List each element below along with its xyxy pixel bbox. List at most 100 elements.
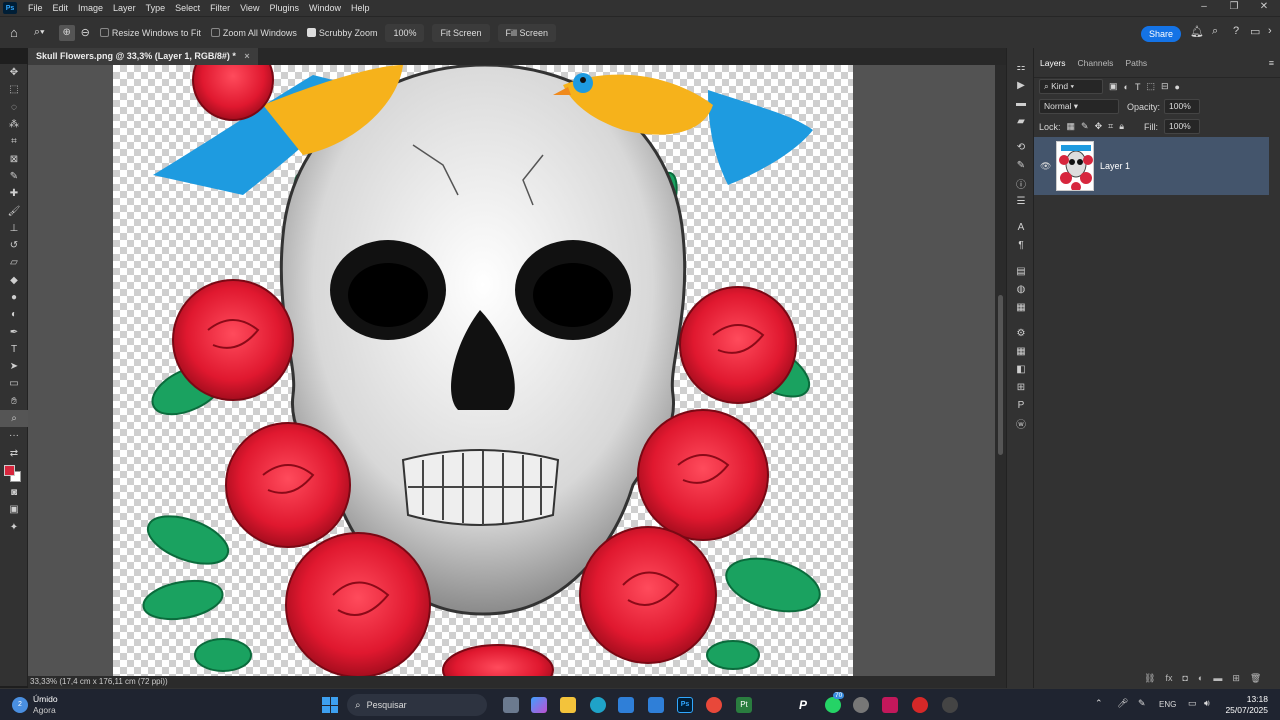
filter-toggle-icon[interactable]: ● — [1175, 82, 1180, 92]
lock-all-icon[interactable]: 🔒︎ — [1119, 121, 1124, 132]
resize-windows-checkbox[interactable]: Resize Windows to Fit — [99, 28, 201, 38]
grid-icon[interactable]: ⊞ — [1007, 378, 1035, 396]
tables-icon[interactable]: ▦ — [1007, 342, 1035, 360]
zoom-percent-field[interactable]: 100% — [385, 23, 425, 42]
new-group-icon[interactable]: ▬ — [1213, 673, 1222, 684]
delete-layer-icon[interactable]: 🗑︎ — [1250, 673, 1261, 684]
copilot-icon[interactable] — [531, 697, 547, 713]
lock-transparent-icon[interactable]: ▦ — [1067, 121, 1076, 132]
volume-icon[interactable]: 🔊︎ — [1204, 698, 1210, 709]
zoom-in-icon[interactable]: ⊕ — [58, 24, 75, 41]
vertical-scrollbar[interactable] — [995, 65, 1006, 676]
brushes-icon[interactable]: ✎ — [1007, 156, 1035, 174]
network-icon[interactable]: ▭ — [1188, 698, 1197, 709]
fill-field[interactable]: 100% — [1164, 119, 1200, 134]
app-globe-icon[interactable] — [853, 697, 869, 713]
menu-filter[interactable]: Filter — [205, 0, 235, 16]
hand-tool-icon[interactable]: ✋︎ — [0, 393, 28, 410]
pen-tool-icon[interactable]: ✒ — [0, 323, 28, 340]
plugin-w-icon[interactable]: ⓦ — [1007, 414, 1035, 432]
frame-tool-icon[interactable]: ⊠ — [0, 150, 28, 167]
filter-smart-object-icon[interactable]: ⊟ — [1161, 81, 1169, 92]
filter-pixel-icon[interactable]: ▣ — [1109, 81, 1118, 92]
properties-icon[interactable]: ☰ — [1007, 192, 1035, 210]
visibility-eye-icon[interactable]: 👁︎ — [1040, 161, 1051, 172]
menu-layer[interactable]: Layer — [108, 0, 141, 16]
path-selection-tool-icon[interactable]: ➤ — [0, 358, 28, 375]
file-explorer-icon[interactable] — [560, 697, 576, 713]
swatches-icon[interactable]: ▦ — [1007, 298, 1035, 316]
brush-tool-icon[interactable]: 🖌︎ — [0, 202, 28, 219]
menu-file[interactable]: File — [23, 0, 48, 16]
plugin-p-icon[interactable]: P — [1007, 396, 1035, 414]
zoom-out-icon[interactable]: ⊖ — [81, 26, 90, 39]
lasso-tool-icon[interactable]: ◌ — [0, 99, 28, 116]
document-tab[interactable]: Skull Flowers.png @ 33,3% (Layer 1, RGB/… — [28, 48, 258, 65]
store-icon[interactable] — [618, 697, 634, 713]
filter-adjustment-icon[interactable]: ◐ — [1124, 82, 1129, 92]
more-options-icon[interactable]: › — [1268, 25, 1272, 37]
tab-layers[interactable]: Layers — [1034, 48, 1072, 77]
adjustment-layer-icon[interactable]: ◐ — [1198, 673, 1203, 684]
panel-menu-icon[interactable]: ≡ — [1269, 48, 1274, 77]
quick-mask-icon[interactable]: ◙ — [0, 484, 28, 501]
menu-type[interactable]: Type — [141, 0, 171, 16]
chrome-icon[interactable] — [706, 697, 722, 713]
comments-icon[interactable]: ▰ — [1007, 112, 1035, 130]
menu-plugins[interactable]: Plugins — [264, 0, 304, 16]
layer-row-layer-1[interactable]: 👁︎ Layer 1 — [1034, 137, 1269, 195]
lock-artboard-icon[interactable]: ⌗ — [1108, 121, 1113, 132]
recording-app-icon[interactable] — [942, 697, 958, 713]
task-view-icon[interactable] — [503, 697, 519, 713]
share-button[interactable]: Share — [1141, 26, 1181, 42]
zoom-tool-preset-icon[interactable]: ⌕▾ — [34, 26, 45, 39]
scrubby-zoom-checkbox[interactable]: Scrubby Zoom — [306, 28, 377, 38]
audio-app-icon[interactable] — [882, 697, 898, 713]
type-tool-icon[interactable]: T — [0, 341, 28, 358]
character-icon[interactable]: A — [1007, 218, 1035, 236]
whatsapp-icon[interactable] — [825, 697, 841, 713]
edit-toolbar-icon[interactable]: ··· — [0, 427, 28, 444]
filter-type-icon[interactable]: T — [1135, 82, 1141, 92]
screen-mode-icon[interactable]: ▣ — [0, 501, 28, 518]
home-icon[interactable]: ⌂ — [10, 25, 18, 40]
blend-mode-select[interactable]: Normal ▾ — [1039, 99, 1119, 114]
photoshop-taskbar-icon[interactable]: Ps — [677, 697, 693, 713]
menu-help[interactable]: Help — [346, 0, 375, 16]
magic-wand-tool-icon[interactable]: ⁂ — [0, 116, 28, 133]
notifications-bell-icon[interactable]: 🔔︎ — [1190, 25, 1204, 38]
history-icon[interactable]: ⟲ — [1007, 138, 1035, 156]
gradients-icon[interactable]: ◧ — [1007, 360, 1035, 378]
healing-brush-tool-icon[interactable]: ✚ — [0, 185, 28, 202]
canvas-area[interactable] — [28, 65, 995, 676]
link-layers-icon[interactable]: ⛓ — [1144, 673, 1155, 684]
timeline-icon[interactable]: ▬ — [1007, 94, 1035, 112]
clock-time[interactable]: 13:18 — [1230, 694, 1268, 704]
swap-colors-icon[interactable]: ⇄ — [0, 445, 28, 462]
layer-style-fx-icon[interactable]: fx — [1165, 673, 1172, 684]
obs-app-icon[interactable] — [912, 697, 928, 713]
document-canvas[interactable] — [113, 65, 853, 676]
history-brush-tool-icon[interactable]: ↺ — [0, 237, 28, 254]
play-actions-icon[interactable]: ▶ — [1007, 76, 1035, 94]
pen-icon[interactable]: ✎ — [1138, 698, 1146, 709]
maximize-icon[interactable]: ❐ — [1219, 0, 1249, 16]
rectangle-tool-icon[interactable]: ▭ — [0, 375, 28, 392]
adjustments-icon[interactable]: ⚏ — [1007, 58, 1035, 76]
zoom-all-windows-checkbox[interactable]: Zoom All Windows — [210, 28, 297, 38]
project-icon[interactable]: Pt — [736, 697, 752, 713]
show-hidden-icons[interactable]: ⌃ — [1095, 698, 1103, 709]
menu-view[interactable]: View — [235, 0, 264, 16]
zoom-tool-icon[interactable]: ⌕ — [0, 409, 28, 428]
filter-kind-select[interactable]: ⌕ Kind ▾ — [1039, 79, 1103, 94]
libraries-icon[interactable]: ▤ — [1007, 262, 1035, 280]
filter-shape-icon[interactable]: ⬚ — [1146, 81, 1155, 92]
fit-screen-button[interactable]: Fit Screen — [432, 23, 490, 42]
tab-channels[interactable]: Channels — [1072, 48, 1120, 77]
clone-stamp-tool-icon[interactable]: ⊥ — [0, 220, 28, 237]
help-icon[interactable]: ? — [1233, 25, 1239, 37]
info-icon[interactable]: ⓘ — [1007, 174, 1035, 192]
generative-icon[interactable]: ✦ — [0, 518, 28, 535]
menu-window[interactable]: Window — [304, 0, 346, 16]
edge-icon[interactable] — [590, 697, 606, 713]
